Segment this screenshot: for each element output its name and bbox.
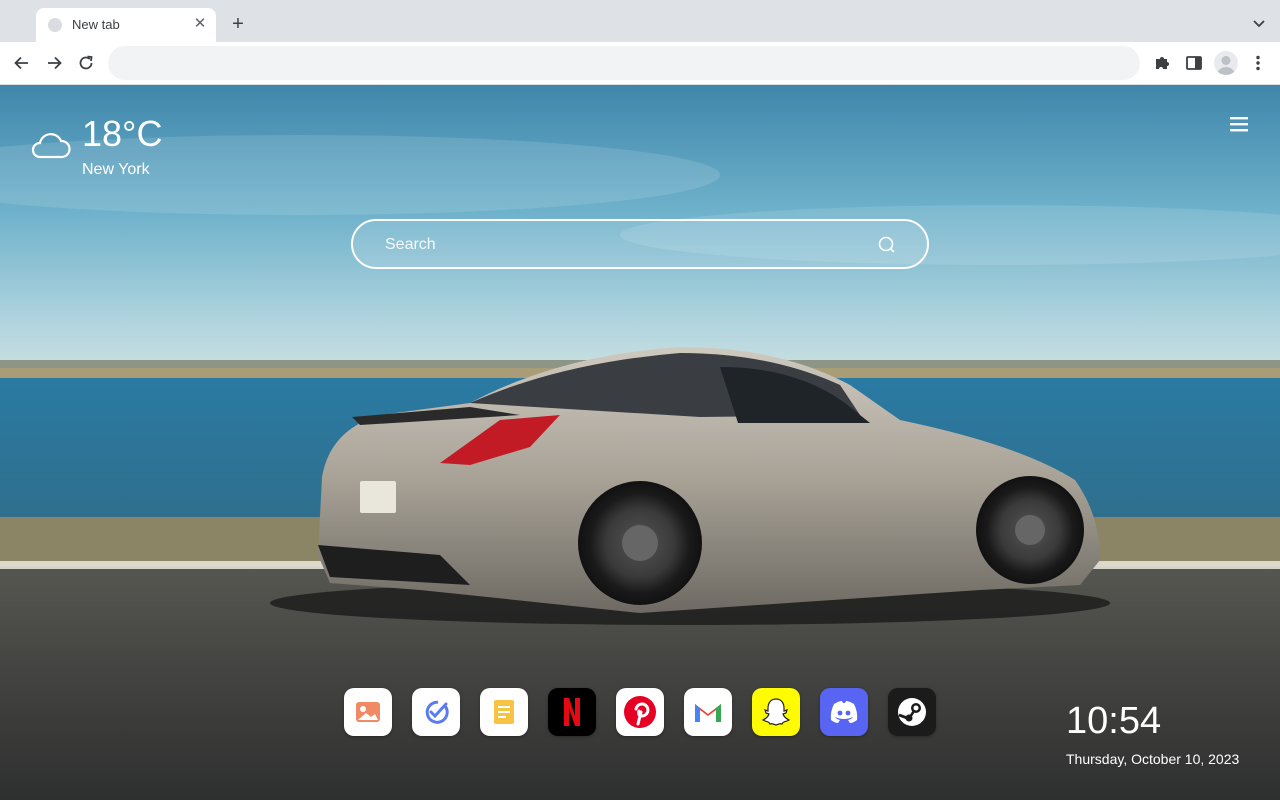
search-box: [351, 219, 929, 269]
app-gmail[interactable]: [684, 688, 732, 736]
app-todo[interactable]: [412, 688, 460, 736]
app-pinterest[interactable]: [616, 688, 664, 736]
clock-time: 10:54: [1066, 700, 1162, 742]
extensions-puzzle-icon[interactable]: [1152, 53, 1172, 73]
clock-date: Thursday, October 10, 2023: [1066, 751, 1240, 767]
forward-arrow-icon[interactable]: [44, 53, 64, 73]
tab-close-button[interactable]: ✕: [190, 14, 210, 34]
address-bar-input[interactable]: [108, 46, 1140, 80]
back-arrow-icon[interactable]: [12, 53, 32, 73]
tab-title: New tab: [72, 17, 120, 32]
browser-menu-kebab-icon[interactable]: [1248, 53, 1268, 73]
steam-icon: [898, 698, 926, 726]
tab-new-tab[interactable]: New tab ✕: [36, 8, 216, 42]
weather-city: New York: [82, 161, 150, 178]
tab-search-chevron-icon[interactable]: [1250, 14, 1268, 32]
gallery-icon: [356, 702, 380, 722]
new-tab-page: 18°C New York Search 10:54 Thursday, Oct…: [0, 85, 1280, 800]
app-notes[interactable]: [480, 688, 528, 736]
app-gallery[interactable]: [344, 688, 392, 736]
app-netflix[interactable]: [548, 688, 596, 736]
side-panel-icon[interactable]: [1184, 53, 1204, 73]
profile-avatar-icon[interactable]: [1214, 51, 1238, 75]
notes-icon: [494, 700, 514, 724]
app-snapchat[interactable]: [752, 688, 800, 736]
snapchat-icon: [761, 698, 791, 726]
search-input[interactable]: [383, 221, 867, 269]
cloud-icon: [31, 133, 71, 159]
app-discord[interactable]: [820, 688, 868, 736]
gmail-icon: [695, 704, 721, 722]
clock-widget: 10:54 Thursday, October 10, 2023: [1066, 701, 1239, 767]
reload-icon[interactable]: [76, 53, 96, 73]
hamburger-menu-icon[interactable]: [1228, 115, 1250, 133]
pinterest-icon: [624, 696, 656, 728]
netflix-icon: [564, 698, 580, 726]
search-icon[interactable]: [877, 235, 897, 255]
browser-toolbar: [0, 42, 1280, 85]
discord-icon: [830, 701, 858, 723]
weather-temperature: 18°C: [82, 113, 163, 154]
todo-check-icon: [425, 700, 449, 724]
tab-strip: New tab ✕ +: [0, 0, 1280, 42]
new-tab-button[interactable]: +: [228, 14, 248, 34]
app-steam[interactable]: [888, 688, 936, 736]
tab-favicon-icon: [48, 18, 62, 32]
